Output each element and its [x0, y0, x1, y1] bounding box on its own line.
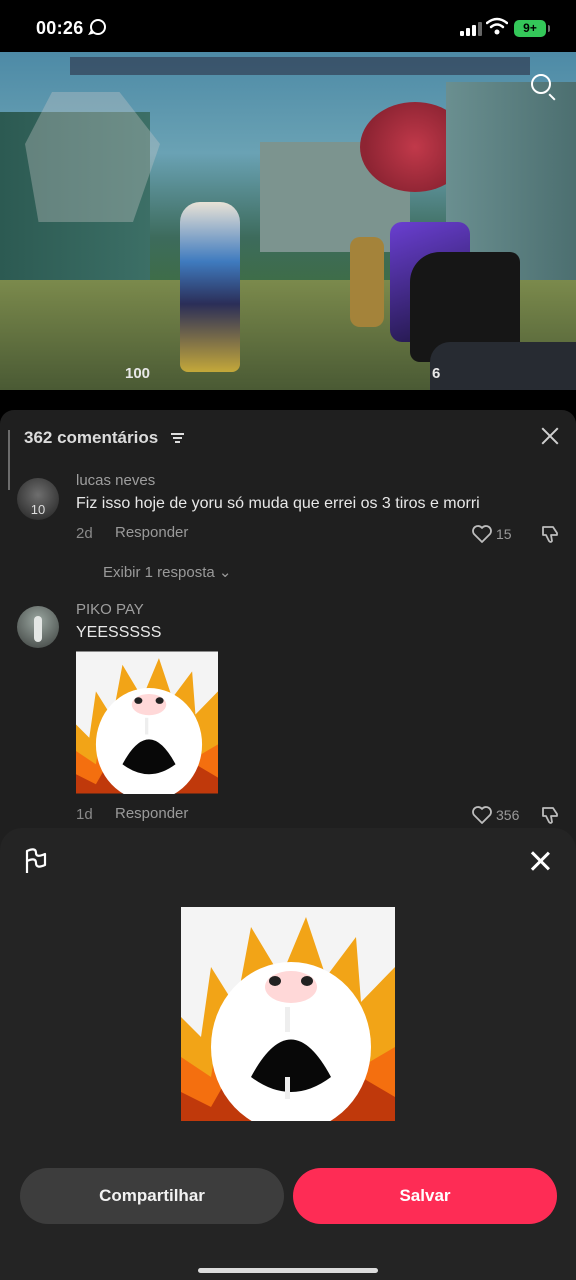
hud-scoreboard [70, 57, 530, 75]
hand-viewmodel [430, 342, 576, 390]
comment-text: YEESSSSS [76, 624, 162, 641]
comments-count: 362 comentários [24, 428, 159, 447]
chevron-down-icon: ⌄ [218, 564, 232, 581]
heart-icon[interactable] [472, 525, 492, 543]
search-icon[interactable] [531, 74, 551, 94]
save-button[interactable]: Salvar [293, 1168, 557, 1224]
like-count: 15 [496, 526, 512, 542]
video-player[interactable]: 100 6 [0, 52, 576, 390]
avatar-badge: 10 [30, 502, 46, 517]
sticker-preview-image [181, 907, 395, 1121]
reply-button[interactable]: Responder [115, 524, 188, 541]
comment-text: Fiz isso hoje de yoru só muda que errei … [76, 495, 480, 512]
battery-icon: 9+ [514, 20, 550, 37]
comment-username[interactable]: lucas neves [76, 472, 155, 489]
dislike-icon[interactable] [540, 524, 560, 544]
heart-icon[interactable] [472, 806, 492, 824]
comment-age: 1d [76, 806, 93, 823]
flag-icon[interactable] [24, 848, 48, 874]
avatar[interactable]: 10 [17, 478, 59, 520]
hud-ammo: 6 [432, 365, 441, 382]
signal-icon [460, 22, 482, 36]
close-icon[interactable] [540, 426, 560, 446]
dislike-icon[interactable] [540, 805, 560, 825]
whatsapp-icon [90, 19, 106, 35]
like-count: 356 [496, 807, 520, 823]
wifi-icon [486, 17, 508, 35]
show-replies-link[interactable]: Exibir 1 resposta ⌄ [103, 563, 231, 581]
player-agent [180, 202, 240, 372]
status-time: 00:26 [36, 18, 84, 38]
comment-age: 2d [76, 525, 93, 542]
hud-health: 100 [125, 365, 151, 382]
comment-sticker-image[interactable] [76, 651, 218, 794]
reply-button[interactable]: Responder [115, 805, 188, 822]
status-bar: 00:26 9+ [0, 0, 576, 52]
share-button[interactable]: Compartilhar [20, 1168, 284, 1224]
scroll-indicator [8, 430, 10, 490]
avatar[interactable] [17, 606, 59, 648]
home-indicator[interactable] [198, 1268, 378, 1273]
comment-username[interactable]: PIKO PAY [76, 601, 144, 618]
filter-icon[interactable] [171, 433, 184, 444]
close-icon[interactable] [530, 850, 550, 870]
enemy-agent [350, 237, 384, 327]
show-replies-label: Exibir 1 resposta [103, 564, 215, 581]
